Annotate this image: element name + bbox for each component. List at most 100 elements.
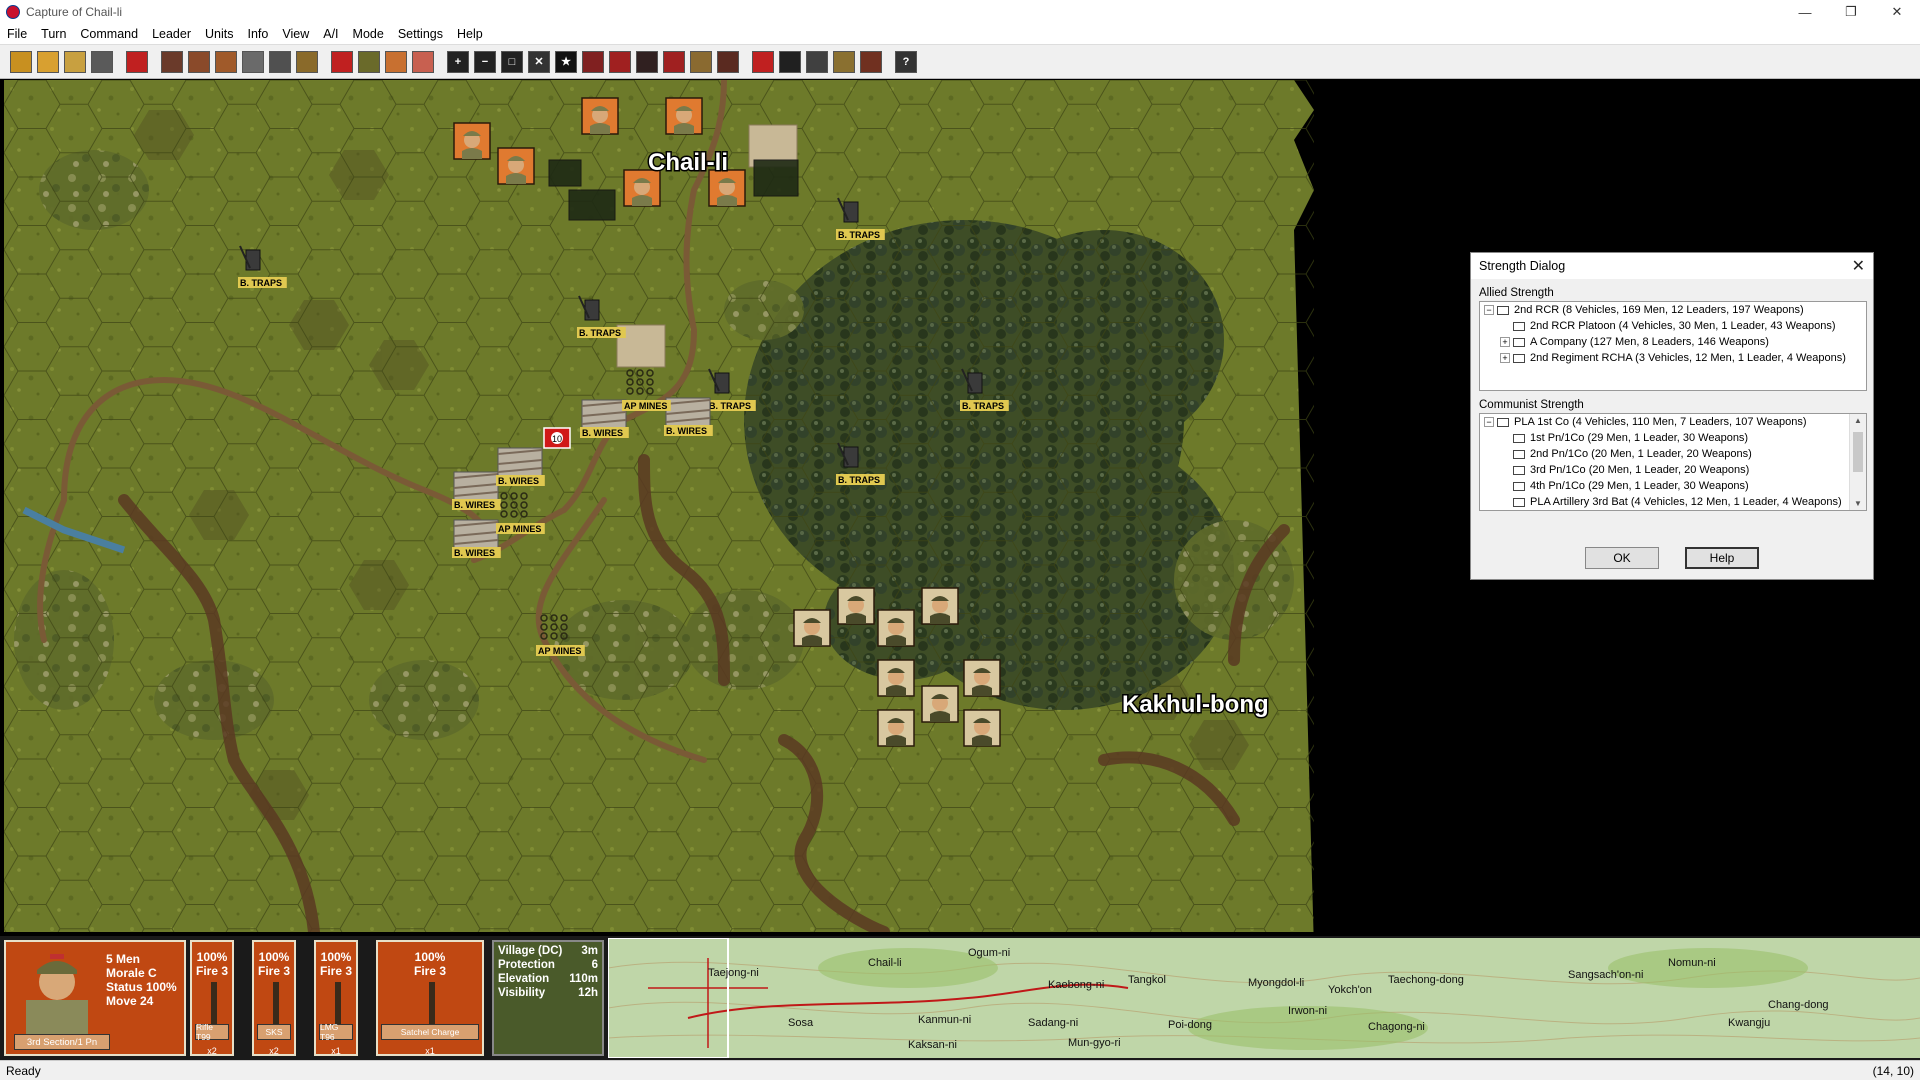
obstacle-bwires[interactable]: B. WIRES	[452, 471, 501, 510]
allied-strength-tree[interactable]: − 2nd RCR (8 Vehicles, 169 Men, 12 Leader…	[1479, 301, 1867, 391]
scroll-up-icon[interactable]: ▲	[1854, 416, 1862, 425]
allied-unit-counter[interactable]	[877, 709, 915, 747]
menu-units[interactable]: Units	[198, 27, 240, 41]
obstacle-bwires[interactable]: B. WIRES	[452, 519, 501, 558]
dialog-close-button[interactable]: ✕	[1852, 256, 1865, 276]
tree-row[interactable]: PLA Artillery 3rd Bat (4 Vehicles, 12 Me…	[1480, 494, 1866, 510]
allied-unit-counter[interactable]	[921, 685, 959, 723]
tree-row[interactable]: +2nd Regiment RCHA (3 Vehicles, 12 Men, …	[1480, 350, 1866, 366]
radio-icon[interactable]	[806, 50, 828, 73]
menu-help[interactable]: Help	[450, 27, 490, 41]
explode-icon[interactable]	[833, 50, 855, 73]
collapse-icon[interactable]: −	[1484, 417, 1494, 427]
star-icon[interactable]: ★	[555, 50, 577, 73]
expand-icon[interactable]: +	[1500, 337, 1510, 347]
binocular-icon[interactable]	[779, 50, 801, 73]
allied-unit-counter[interactable]	[877, 609, 915, 647]
air-icon[interactable]	[717, 50, 739, 73]
allied-unit-counter[interactable]	[963, 659, 1001, 697]
tree-row[interactable]: + A Company (127 Men, 8 Leaders, 146 Weap…	[1480, 334, 1866, 350]
red-icon[interactable]	[752, 50, 774, 73]
menu-command[interactable]: Command	[73, 27, 145, 41]
allied-unit-counter[interactable]	[793, 609, 831, 647]
unit-icon[interactable]	[161, 50, 183, 73]
open-file-icon[interactable]	[37, 50, 59, 73]
save-icon[interactable]	[91, 50, 113, 73]
folder-icon[interactable]	[64, 50, 86, 73]
tree-row[interactable]: − PLA 1st Co (4 Vehicles, 110 Men, 7 Lead…	[1480, 414, 1866, 430]
minimize-button[interactable]: —	[1782, 0, 1828, 24]
weapon-card[interactable]: 100% Fire 3 SKS x2	[252, 940, 296, 1056]
scroll-thumb[interactable]	[1853, 432, 1863, 472]
fire-icon[interactable]	[582, 50, 604, 73]
unit4-icon[interactable]	[242, 50, 264, 73]
assault-icon[interactable]	[609, 50, 631, 73]
pla-unit-counter[interactable]	[581, 97, 619, 135]
allied-unit-counter[interactable]	[877, 659, 915, 697]
collapse-icon[interactable]: −	[1484, 305, 1494, 315]
help-icon[interactable]: ?	[895, 50, 917, 73]
menu-leader[interactable]: Leader	[145, 27, 198, 41]
unit2-icon[interactable]	[188, 50, 210, 73]
unit3-icon[interactable]	[215, 50, 237, 73]
objective-marker-label: 10	[552, 434, 562, 444]
weapon-card[interactable]: 100% Fire 3 Satchel Charge x1	[376, 940, 484, 1056]
menu-view[interactable]: View	[275, 27, 316, 41]
artillery-icon[interactable]	[690, 50, 712, 73]
leader-icon[interactable]	[412, 50, 434, 73]
obstacle-bwires[interactable]: B. WIRES	[496, 447, 545, 486]
unit5-icon[interactable]	[269, 50, 291, 73]
column-icon[interactable]	[296, 50, 318, 73]
tree-row[interactable]: 2nd RCR Platoon (4 Vehicles, 30 Men, 1 L…	[1480, 318, 1866, 334]
obstacle-bwires[interactable]: B. WIRES	[664, 397, 713, 436]
zoom-out-icon[interactable]: −	[474, 50, 496, 73]
allied-unit-counter[interactable]	[963, 709, 1001, 747]
box-icon[interactable]: □	[501, 50, 523, 73]
weapon-card[interactable]: 100% Fire 3 Rifle T99 x2	[190, 940, 234, 1056]
folder-icon	[1497, 417, 1509, 427]
hex-map[interactable]: B. TRAPS B. TRAPS B. TRAPS B. TRAPS B. TRAPS…	[4, 80, 1600, 932]
ok-button[interactable]: OK	[1585, 547, 1659, 569]
objective-marker[interactable]: 10	[543, 427, 571, 449]
restore-button[interactable]: ❐	[1828, 0, 1874, 24]
menu-turn[interactable]: Turn	[34, 27, 73, 41]
scroll-down-icon[interactable]: ▼	[1854, 499, 1862, 508]
weapon-card[interactable]: 100% Fire 3 LMG T96 x1	[314, 940, 358, 1056]
zoom-in-icon[interactable]: +	[447, 50, 469, 73]
allied-unit-counter[interactable]	[921, 587, 959, 625]
target-icon[interactable]	[663, 50, 685, 73]
move-icon[interactable]	[385, 50, 407, 73]
menu-ai[interactable]: A/I	[316, 27, 345, 41]
end-icon[interactable]	[860, 50, 882, 73]
allied-unit-counter[interactable]	[837, 587, 875, 625]
unit-stats: 5 Men Morale C Status 100% Move 24	[106, 952, 177, 1008]
tree-row[interactable]: 4th Pn/1Co (29 Men, 1 Leader, 30 Weapons…	[1480, 478, 1866, 494]
tree-row[interactable]: 1st Pn/1Co (29 Men, 1 Leader, 30 Weapons…	[1480, 430, 1866, 446]
loop-icon[interactable]	[636, 50, 658, 73]
communist-strength-tree[interactable]: − PLA 1st Co (4 Vehicles, 110 Men, 7 Lead…	[1479, 413, 1867, 511]
pla-unit-counter[interactable]	[453, 122, 491, 160]
close-window-button[interactable]: ✕	[1874, 0, 1920, 24]
tree-row[interactable]: 2nd Pn/1Co (20 Men, 1 Leader, 20 Weapons…	[1480, 446, 1866, 462]
options-icon[interactable]	[10, 50, 32, 73]
selected-unit-card[interactable]: 5 Men Morale C Status 100% Move 24 3rd S…	[4, 940, 186, 1056]
unit-name: 3rd Section/1 Pn	[14, 1034, 110, 1050]
tree-row[interactable]: 3rd Pn/1Co (20 Men, 1 Leader, 20 Weapons…	[1480, 462, 1866, 478]
weapon-fire: Fire 3	[319, 964, 352, 978]
expand-icon[interactable]: +	[1500, 353, 1510, 363]
help-button[interactable]: Help	[1685, 547, 1759, 569]
menu-mode[interactable]: Mode	[346, 27, 391, 41]
obstacle-bwires[interactable]: B. WIRES	[580, 399, 629, 438]
info-icon[interactable]	[358, 50, 380, 73]
jump-icon[interactable]	[126, 50, 148, 73]
pla-unit-counter[interactable]	[665, 97, 703, 135]
tree-row[interactable]: − 2nd RCR (8 Vehicles, 169 Men, 12 Leader…	[1480, 302, 1866, 318]
x-icon[interactable]: ✕	[528, 50, 550, 73]
menu-info[interactable]: Info	[241, 27, 276, 41]
flag-icon[interactable]	[331, 50, 353, 73]
minimap[interactable]: Taejong-ni Chail-li Ogum-ni Kaebong-ni Tangk…	[608, 938, 1920, 1058]
menu-file[interactable]: File	[0, 27, 34, 41]
menu-settings[interactable]: Settings	[391, 27, 450, 41]
communist-tree-scrollbar[interactable]: ▲ ▼	[1849, 414, 1866, 510]
pla-unit-counter[interactable]	[497, 147, 535, 185]
